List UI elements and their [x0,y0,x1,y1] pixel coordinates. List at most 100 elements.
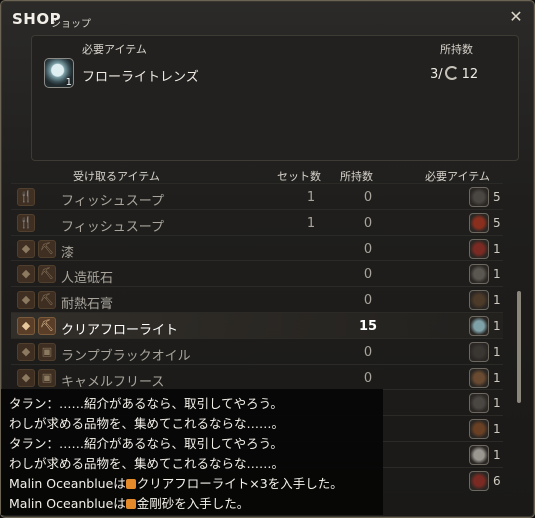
row-item-name: 漆 [61,245,75,261]
chat-text: タラン：……紹介があるなら、取引してやろう。 [9,436,283,451]
rod-icon[interactable] [469,393,489,414]
row-held: 0 [363,293,373,309]
list-row[interactable]: 🍴 フィッシュスープ 1 0 5 [11,183,503,209]
column-sets: セット数 [277,170,321,183]
column-held: 所持数 [340,170,373,183]
list-row[interactable]: ◆ ⛏ クリアフローライト 15 1 [11,312,503,338]
chat-text: わしが求める品物を、集めてこれるならな……。 [9,456,285,471]
row-item-name: キャメルフリース [61,374,165,390]
row-required-qty: 1 [493,319,501,333]
row-required-qty: 1 [493,370,501,385]
row-held: 0 [363,344,373,360]
dark-stone-icon[interactable] [469,341,489,362]
row-item-name: フィッシュスープ [61,194,164,209]
chat-line: タラン：……紹介があるなら、取引してやろう。 [9,433,283,452]
title-bar[interactable]: SHOP ショップ ✕ [1,1,534,33]
held-header: 所持数 [440,43,473,56]
window-subtitle: ショップ [51,19,91,30]
row-item-name: フィッシュスープ [61,219,164,235]
red-stone-icon[interactable] [469,470,489,491]
mineral-icon: ◆ [17,368,35,387]
row-required-qty: 1 [493,344,501,359]
pickaxe-icon: ⛏ [38,265,56,284]
red-stone-icon[interactable] [469,238,489,259]
row-sets: 1 [306,190,316,205]
row-required-qty: 1 [493,396,501,411]
row-held: 0 [363,267,373,283]
close-icon[interactable]: ✕ [506,7,526,27]
row-held: 0 [363,241,373,257]
chat-line: わしが求める品物を、集めてこれるならな……。 [9,453,284,472]
sword-icon[interactable] [469,264,489,285]
chat-line: Malin Oceanblueは クリアフローライト×3を入手した。 [9,473,343,492]
mineral-icon: ◆ [17,342,35,361]
list-row[interactable]: ◆ ▣ ランプブラックオイル 0 1 [11,337,503,364]
mineral-icon: ◆ [17,317,35,335]
required-item-qty: 1 [65,77,72,88]
row-required-qty: 1 [493,422,501,437]
row-required-qty: 5 [493,190,501,204]
list-row[interactable]: ◆ ⛏ 漆 0 1 [11,234,503,261]
chest-icon: ▣ [38,342,56,361]
clear-fluorite-lens-icon[interactable] [469,316,489,336]
row-held: 0 [363,370,373,386]
row-item-name: 耐熱石膏 [61,297,114,313]
chat-text: タラン：……紹介があるなら、取引してやろう。 [9,396,283,411]
chat-text: 金剛砂を入手した。 [136,496,250,511]
required-item-count: 3/12 [430,66,478,82]
row-held: 0 [363,215,373,231]
row-required-qty: 1 [493,448,501,462]
row-held: 0 [363,190,373,205]
clear-fluorite-lens-icon[interactable]: 1 [44,58,74,88]
pickaxe-icon: ⛏ [38,291,56,310]
mineral-icon: ◆ [17,265,35,284]
list-row[interactable]: ◆ ▣ キャメルフリース 0 1 [11,363,503,390]
red-orb-icon[interactable] [469,212,489,233]
pearl-icon[interactable] [469,445,489,465]
chat-speaker: Malin Oceanblueは [9,476,126,491]
mineral-icon: ◆ [17,291,35,310]
pickaxe-icon: ⛏ [38,317,56,335]
list-scrollbar[interactable] [517,291,521,403]
chat-speaker: Malin Oceanblueは [9,496,126,511]
shop-window: SHOP ショップ ✕ 必要アイテム 所持数 1 フローライトレンズ 3/12 … [0,0,535,518]
chat-log[interactable]: タラン：……紹介があるなら、取引してやろう。 わしが求める品物を、集めてこれるなら… [1,389,383,515]
bottle-icon[interactable] [469,290,489,311]
list-row[interactable]: 🍴 フィッシュスープ 1 0 5 [11,208,503,235]
list-row[interactable]: ◆ ⛏ 人造砥石 0 1 [11,260,503,286]
row-item-name: ランプブラックオイル [61,348,191,364]
required-item-name: フローライトレンズ [82,70,199,85]
column-receive: 受け取るアイテム [73,170,160,183]
row-required-qty: 6 [493,473,501,488]
fork-knife-icon: 🍴 [17,213,35,232]
chat-line: タラン：……紹介があるなら、取引してやろう。 [9,393,283,412]
row-item-name: 人造砥石 [61,271,114,287]
list-row[interactable]: ◆ ⛏ 耐熱石膏 0 1 [11,286,503,312]
leather-icon[interactable] [469,367,489,388]
pickaxe-icon: ⛏ [38,239,56,258]
row-sets: 1 [306,215,316,231]
row-required-qty: 1 [493,241,501,256]
row-required-qty: 5 [493,215,501,230]
gil-icon [444,66,459,80]
chat-text: わしが求める品物を、集めてこれるならな……。 [9,416,285,431]
held-prefix: 3/ [430,67,443,82]
row-held: 15 [358,319,378,334]
item-link-icon [125,479,136,489]
held-suffix: 12 [461,67,479,82]
required-header: 必要アイテム [82,43,147,56]
mineral-icon: ◆ [17,239,35,258]
rod-icon[interactable] [469,187,489,207]
row-item-name: クリアフローライト [61,323,179,338]
column-required: 必要アイテム [425,170,490,183]
chat-text: クリアフローライト×3を入手した。 [136,476,343,491]
chest-icon: ▣ [38,368,56,387]
fork-knife-icon: 🍴 [17,188,35,206]
chat-line: わしが求める品物を、集めてこれるならな……。 [9,413,284,432]
row-required-qty: 1 [493,293,501,308]
item-link-icon [125,499,136,509]
brown-orb-icon[interactable] [469,419,489,440]
chat-line: Malin Oceanblueは 金剛砂を入手した。 [9,493,249,512]
required-item-panel: 必要アイテム 所持数 1 フローライトレンズ 3/12 [31,35,519,161]
row-required-qty: 1 [493,267,501,282]
